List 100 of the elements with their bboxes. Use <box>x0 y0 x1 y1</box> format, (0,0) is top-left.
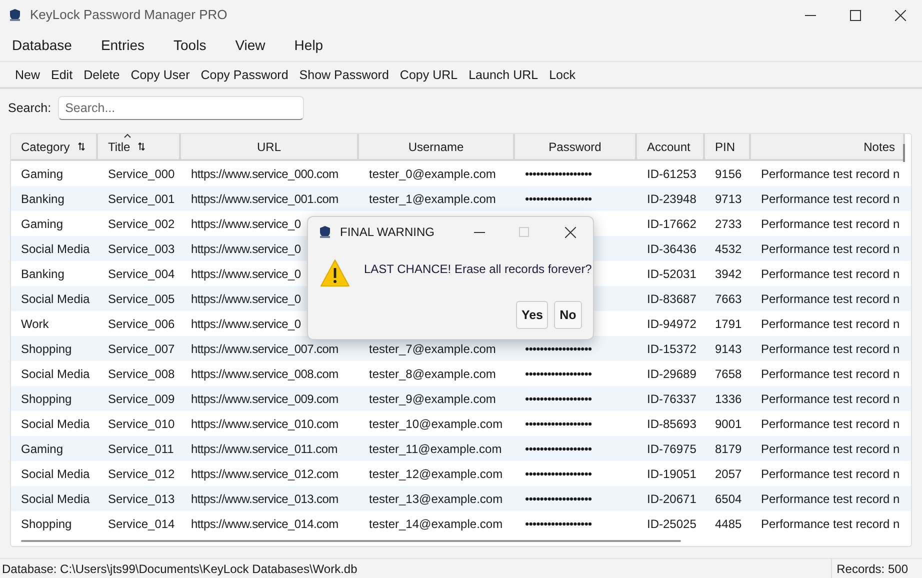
menu-item[interactable]: Help <box>294 35 324 56</box>
column-header[interactable]: Notes <box>751 134 905 161</box>
table-cell-text: https://www.service_0 <box>191 316 301 332</box>
table-cell-text: Performance test record n <box>761 166 900 182</box>
toolbar-button[interactable]: Edit <box>51 66 73 84</box>
table-cell-text: 3942 <box>715 266 742 282</box>
dialog-button[interactable]: Yes <box>516 301 548 329</box>
table-cell-text: tester_14@example.com <box>369 516 503 532</box>
column-label: Account <box>647 138 690 156</box>
table-cell-text: Gaming <box>21 166 64 182</box>
table-cell-text: Gaming <box>21 440 64 458</box>
sort-icon <box>138 142 146 151</box>
toolbar-button[interactable]: Lock <box>549 66 576 84</box>
table-cell-text: •••••••••••••••••• <box>525 466 592 482</box>
table-cell-text: •••••••••••••••••• <box>525 190 592 208</box>
toolbar-button[interactable]: Delete <box>84 66 120 84</box>
menu-item[interactable]: Tools <box>174 35 206 56</box>
dialog-button[interactable]: No <box>554 301 582 329</box>
table-cell-text: https://www.service_010.com <box>191 416 338 432</box>
menu-item[interactable]: Database <box>12 35 72 56</box>
table-cell-text: Performance test record n <box>761 266 900 282</box>
table-cell-text: https://www.service_013.com <box>191 490 338 508</box>
table-cell-text: tester_10@example.com <box>369 416 503 432</box>
table-cell-text: https://www.service_001.com <box>191 190 338 208</box>
table-cell-text: https://www.service_014.com <box>191 516 338 532</box>
table-cell-text: Banking <box>21 190 64 208</box>
toolbar-button[interactable]: Copy URL <box>400 66 458 84</box>
table-cell-text: tester_8@example.com <box>369 366 496 382</box>
table-cell-text: ID-17662 <box>647 216 696 232</box>
horizontal-scrollbar[interactable] <box>21 540 681 542</box>
menu-item[interactable]: View <box>235 35 266 56</box>
column-header[interactable]: Password <box>515 134 637 161</box>
table-cell-text: https://www.service_0 <box>191 216 301 232</box>
toolbar-button[interactable]: Copy Password <box>200 66 288 84</box>
table-cell-text: Social Media <box>21 490 90 508</box>
table-cell-text: Performance test record n <box>761 390 900 408</box>
search-field[interactable]: Search... <box>58 96 304 120</box>
column-header[interactable]: PIN <box>705 134 751 161</box>
table-cell-text: •••••••••••••••••• <box>525 490 592 508</box>
close-icon[interactable] <box>895 10 906 20</box>
table-cell-text: •••••••••••••••••• <box>525 340 592 358</box>
table-cell-text: •••••••••••••••••• <box>525 166 592 182</box>
table-cell-text: Performance test record n <box>761 240 900 258</box>
table-cell-text: 9156 <box>715 166 742 182</box>
maximize-icon[interactable] <box>850 10 861 20</box>
table-cell-text: Service_006 <box>108 316 175 332</box>
table-cell-text: Service_013 <box>108 490 175 508</box>
table-cell-text: Performance test record n <box>761 366 900 382</box>
table-cell-text: Service_003 <box>108 240 175 258</box>
table-cell-text: ID-94972 <box>647 316 696 332</box>
toolbar-button[interactable]: Show Password <box>299 66 389 84</box>
table-cell-text: Performance test record n <box>761 440 900 458</box>
table-cell-text: Service_007 <box>108 340 175 358</box>
table-cell-text: 4485 <box>715 516 742 532</box>
table-cell-text: 7658 <box>715 366 742 382</box>
window-title: KeyLock Password Manager PRO <box>30 6 228 24</box>
table-cell-text: •••••••••••••••••• <box>525 416 592 432</box>
table-cell-text: Performance test record n <box>761 516 900 532</box>
table-cell-text: Service_010 <box>108 416 175 432</box>
shield-icon <box>8 8 22 22</box>
table-cell-text: ID-85693 <box>647 416 696 432</box>
table-cell-text: Performance test record n <box>761 316 900 332</box>
table-cell-text: 2057 <box>715 466 742 482</box>
table-cell-text: ID-61253 <box>647 166 696 182</box>
table-cell-text: Gaming <box>21 216 64 232</box>
table-cell-text: ID-20671 <box>647 490 696 508</box>
menu-item[interactable]: Entries <box>100 35 145 56</box>
column-header[interactable]: Title <box>98 134 181 161</box>
table-cell-text: https://www.service_0 <box>191 240 301 258</box>
toolbar-button[interactable]: Launch URL <box>468 66 538 84</box>
column-header[interactable]: Category <box>11 134 98 161</box>
table-cell-text: https://www.service_008.com <box>191 366 338 382</box>
table-cell-text: ID-52031 <box>647 266 696 282</box>
table-cell-text: •••••••••••••••••• <box>525 440 592 458</box>
toolbar-button[interactable]: Copy User <box>130 66 190 84</box>
toolbar-button[interactable]: New <box>15 66 40 84</box>
column-header[interactable]: Username <box>359 134 515 161</box>
table-cell-text: Shopping <box>21 340 72 358</box>
table-cell-text: https://www.service_000.com <box>191 166 338 182</box>
record-count: Records: 500 <box>830 559 922 578</box>
column-header[interactable]: Account <box>637 134 705 161</box>
table-cell-text: https://www.service_012.com <box>191 466 338 482</box>
column-label: PIN <box>715 138 736 156</box>
warning-icon <box>320 259 350 287</box>
table-cell-text: Performance test record n <box>761 416 900 432</box>
table-cell-text: Social Media <box>21 366 90 382</box>
column-header[interactable]: URL <box>181 134 359 161</box>
table-cell-text: Service_005 <box>108 290 175 308</box>
table-cell-text: ID-19051 <box>647 466 696 482</box>
vertical-scrollbar[interactable] <box>903 144 905 162</box>
table-cell-text: ID-83687 <box>647 290 696 308</box>
close-icon[interactable] <box>565 226 576 238</box>
table-cell-text: ID-23948 <box>647 190 696 208</box>
table-cell-text: ID-36436 <box>647 240 696 258</box>
table-cell-text: ID-29689 <box>647 366 696 382</box>
table-cell-text: tester_13@example.com <box>369 490 503 508</box>
table-cell-text: tester_0@example.com <box>369 166 496 182</box>
table-cell-text: 9713 <box>715 190 742 208</box>
table-cell-text: https://www.service_009.com <box>191 390 338 408</box>
table-cell-text: Service_008 <box>108 366 175 382</box>
